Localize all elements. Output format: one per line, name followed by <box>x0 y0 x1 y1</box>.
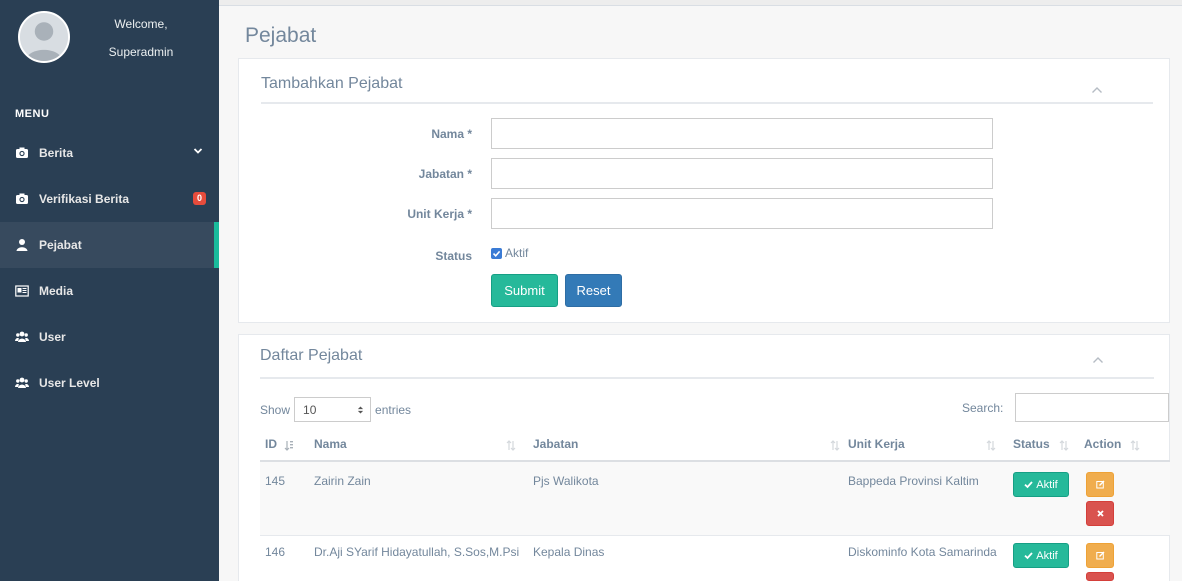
column-header-nama[interactable]: Nama <box>314 437 347 451</box>
welcome-label: Welcome, <box>114 17 168 31</box>
search-input[interactable] <box>1015 393 1169 422</box>
sort-both-icon[interactable] <box>506 440 516 451</box>
edit-icon <box>1095 551 1104 560</box>
camera-icon <box>15 146 29 160</box>
sidebar-item-berita[interactable]: Berita <box>0 130 219 176</box>
menu-title: MENU <box>15 108 50 120</box>
entries-value: 10 <box>303 402 317 417</box>
check-icon <box>1024 481 1033 489</box>
user-icon <box>15 238 29 252</box>
sidebar-item-verifikasi-berita[interactable]: Verifikasi Berita 0 <box>0 176 219 222</box>
cell-unit-kerja: Diskominfo Kota Samarinda <box>848 545 997 559</box>
chevron-up-icon[interactable] <box>1092 356 1104 364</box>
id-card-icon <box>15 284 29 298</box>
sidebar-item-label: Pejabat <box>39 238 82 252</box>
column-header-jabatan[interactable]: Jabatan <box>533 437 578 451</box>
row-divider <box>260 535 1170 536</box>
users-icon <box>15 376 29 390</box>
edit-icon <box>1095 480 1104 489</box>
sidebar-item-label: User <box>39 330 66 344</box>
sidebar-item-label: Berita <box>39 146 74 160</box>
column-header-unit-kerja[interactable]: Unit Kerja <box>848 437 905 451</box>
status-label: Aktif <box>1036 549 1058 562</box>
sidebar-item-label: Verifikasi Berita <box>39 192 130 206</box>
column-header-status[interactable]: Status <box>1013 437 1050 451</box>
cell-id: 145 <box>265 474 286 488</box>
entries-select[interactable]: 10 <box>294 397 372 422</box>
main-content: Pejabat Tambahkan Pejabat Nama * Jabatan… <box>219 0 1182 581</box>
cell-id: 146 <box>265 545 286 559</box>
sort-both-icon[interactable] <box>1059 440 1069 451</box>
sort-both-icon[interactable] <box>830 440 840 451</box>
check-icon <box>1024 552 1033 560</box>
sidebar-item-user[interactable]: User <box>0 314 219 360</box>
edit-button[interactable] <box>1086 472 1114 497</box>
avatar <box>18 11 70 63</box>
sidebar-item-pejabat[interactable]: Pejabat <box>0 222 219 268</box>
count-badge: 0 <box>192 192 206 205</box>
sidebar: Welcome, Superadmin MENU Berita Verifika… <box>0 0 219 581</box>
chevron-down-icon <box>193 148 203 154</box>
sidebar-item-media[interactable]: Media <box>0 268 219 314</box>
column-header-action[interactable]: Action <box>1084 437 1121 451</box>
cell-jabatan: Pjs Walikota <box>533 474 599 488</box>
column-header-id[interactable]: ID <box>265 437 277 451</box>
profile-block: Welcome, Superadmin <box>0 0 219 92</box>
list-panel-content: Daftar Pejabat Show 10 entries Search: I… <box>238 0 1170 581</box>
select-arrows-icon <box>357 406 364 413</box>
username: Superadmin <box>108 45 174 59</box>
edit-button[interactable] <box>1086 543 1114 568</box>
cell-nama: Zairin Zain <box>314 474 371 488</box>
cell-jabatan: Kepala Dinas <box>533 545 605 559</box>
status-aktif-button[interactable]: Aktif <box>1013 472 1069 497</box>
status-label: Aktif <box>1036 478 1058 491</box>
sidebar-item-user-level[interactable]: User Level <box>0 360 219 406</box>
sort-asc-icon[interactable] <box>284 440 294 451</box>
entries-length-control: Show 10 entries <box>260 397 411 422</box>
panel-title: Daftar Pejabat <box>260 347 363 364</box>
sidebar-item-label: User Level <box>39 376 100 390</box>
close-icon <box>1096 510 1104 517</box>
status-aktif-button[interactable]: Aktif <box>1013 543 1069 568</box>
users-icon <box>15 330 29 344</box>
sidebar-item-label: Media <box>39 284 74 298</box>
search-label: Search: <box>962 401 1004 415</box>
delete-button[interactable] <box>1086 572 1114 581</box>
show-label: Show <box>260 402 291 417</box>
sidebar-nav: Berita Verifikasi Berita 0 Pejabat Media <box>0 130 219 406</box>
cell-unit-kerja: Bappeda Provinsi Kaltim <box>848 474 979 488</box>
sort-both-icon[interactable] <box>986 440 996 451</box>
sort-both-icon[interactable] <box>1130 440 1140 451</box>
welcome-text: Welcome, Superadmin <box>76 10 206 66</box>
delete-button[interactable] <box>1086 501 1114 526</box>
entries-label: entries <box>375 402 412 417</box>
cell-nama: Dr.Aji SYarif Hidayatullah, S.Sos,M.Psi <box>314 545 520 559</box>
camera-icon <box>15 192 29 206</box>
panel-divider <box>260 377 1154 379</box>
